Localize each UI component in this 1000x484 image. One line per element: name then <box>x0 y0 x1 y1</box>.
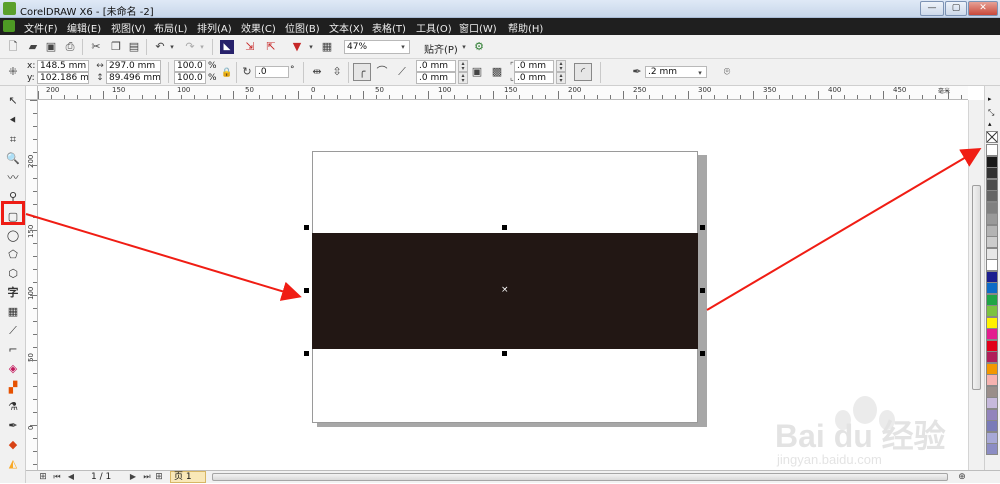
watermark-brand: Bai du 经验 <box>775 418 946 454</box>
arrow-to-black-swatch <box>706 147 982 311</box>
baidu-watermark: Bai du 经验 jingyan.baidu.com <box>765 392 975 467</box>
baidu-paw-logo: Bai du 经验 jingyan.baidu.com <box>775 396 946 467</box>
watermark-url: jingyan.baidu.com <box>776 452 882 467</box>
arrow-to-rectangle <box>25 213 302 301</box>
